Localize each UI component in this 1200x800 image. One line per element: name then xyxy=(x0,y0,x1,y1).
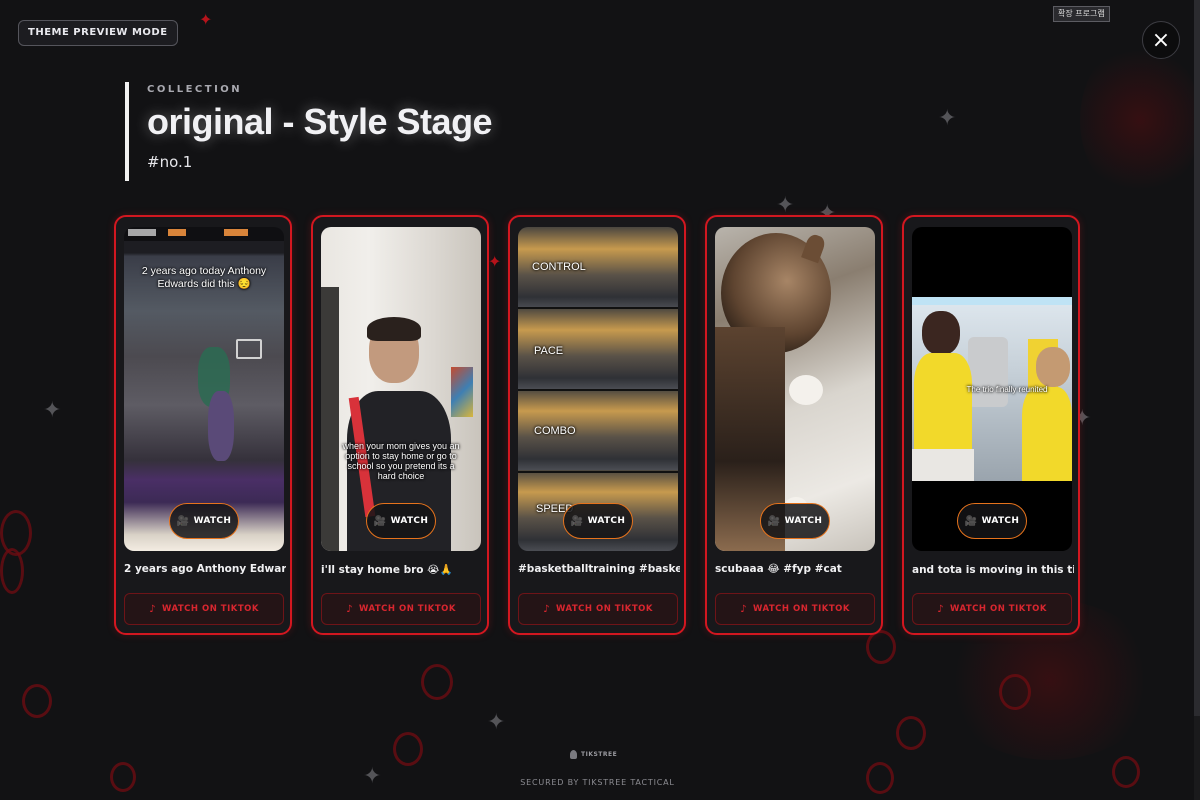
watch-on-tiktok-button[interactable]: ♪ WATCH ON TIKTOK xyxy=(715,593,875,625)
background-ring xyxy=(896,716,926,750)
collection-header: COLLECTION original - Style Stage #no.1 xyxy=(125,82,625,181)
sparkle-icon: ✦ xyxy=(199,10,213,29)
footer-text: SECURED BY TIKSTREE TACTICAL xyxy=(520,778,675,787)
tiktok-icon: ♪ xyxy=(149,603,156,615)
page-title: original - Style Stage xyxy=(147,101,493,142)
video-overlay-text: The trio finally reunited xyxy=(966,385,1048,394)
background-ring xyxy=(0,548,24,594)
drill-label: COMBO xyxy=(534,425,576,437)
background-ring xyxy=(22,684,52,718)
video-caption: #basketballtraining #basketball... xyxy=(518,563,680,575)
watch-on-tiktok-button[interactable]: ♪ WATCH ON TIKTOK xyxy=(321,593,481,625)
background-glow xyxy=(1080,40,1200,200)
watch-button[interactable]: 🎥 WATCH xyxy=(169,503,239,539)
video-caption: 2 years ago Anthony Edwards du... xyxy=(124,563,286,575)
tiktok-icon: ♪ xyxy=(543,603,550,615)
scrollbar-thumb[interactable] xyxy=(1194,0,1200,716)
video-card: CONTROL PACE COMBO SPEED 🎥 WATCH #basket… xyxy=(508,215,686,635)
close-icon: × xyxy=(1151,27,1171,53)
video-card: when your mom gives you an option to sta… xyxy=(311,215,489,635)
tiktok-icon: ♪ xyxy=(937,603,944,615)
sparkle-icon: ✦ xyxy=(488,252,502,271)
video-card: 🎥 WATCH scubaaa 😂 #fyp #cat ♪ WATCH ON T… xyxy=(705,215,883,635)
video-camera-icon: 🎥 xyxy=(767,515,781,527)
video-camera-icon: 🎥 xyxy=(570,515,584,527)
video-card: 2 years ago today Anthony Edwards did th… xyxy=(114,215,292,635)
watch-on-tiktok-button[interactable]: ♪ WATCH ON TIKTOK xyxy=(518,593,678,625)
extension-label: 확장 프로그램 xyxy=(1053,6,1110,22)
sparkle-icon: ✦ xyxy=(938,106,957,131)
watch-on-tiktok-button[interactable]: ♪ WATCH ON TIKTOK xyxy=(912,593,1072,625)
sparkle-icon: ✦ xyxy=(43,398,62,423)
video-card: The trio finally reunited 🎥 WATCH and to… xyxy=(902,215,1080,635)
background-ring xyxy=(421,664,453,700)
video-caption: and tota is moving in this time🥳... xyxy=(912,564,1074,576)
video-thumbnail[interactable]: The trio finally reunited 🎥 WATCH xyxy=(912,227,1072,551)
video-camera-icon: 🎥 xyxy=(176,515,190,527)
video-thumbnail[interactable]: 🎥 WATCH xyxy=(715,227,875,551)
collection-eyebrow: COLLECTION xyxy=(147,84,243,95)
video-caption: i'll stay home bro 😭🙏 xyxy=(321,564,453,576)
theme-preview-badge: THEME PREVIEW MODE xyxy=(18,20,178,46)
watch-on-tiktok-button[interactable]: ♪ WATCH ON TIKTOK xyxy=(124,593,284,625)
watch-button[interactable]: 🎥 WATCH xyxy=(563,503,633,539)
watch-button[interactable]: 🎥 WATCH xyxy=(760,503,830,539)
video-thumbnail[interactable]: when your mom gives you an option to sta… xyxy=(321,227,481,551)
video-overlay-text: 2 years ago today Anthony Edwards did th… xyxy=(141,265,267,290)
video-camera-icon: 🎥 xyxy=(373,515,387,527)
video-overlay-text: when your mom gives you an option to sta… xyxy=(342,441,460,481)
video-thumbnail[interactable]: 2 years ago today Anthony Edwards did th… xyxy=(124,227,284,551)
tiktok-icon: ♪ xyxy=(346,603,353,615)
tree-pin-icon xyxy=(570,750,577,759)
background-ring xyxy=(999,674,1031,710)
background-ring xyxy=(866,630,896,664)
sparkle-icon: ✦ xyxy=(487,710,506,735)
watch-button[interactable]: 🎥 WATCH xyxy=(366,503,436,539)
footer-logo: TIKSTREE xyxy=(570,750,617,759)
background-ring xyxy=(393,732,423,766)
tiktok-icon: ♪ xyxy=(740,603,747,615)
close-button[interactable]: × xyxy=(1142,21,1180,59)
background-ring xyxy=(110,762,136,792)
drill-label: CONTROL xyxy=(532,261,586,273)
background-ring xyxy=(0,510,32,556)
drill-label: PACE xyxy=(534,345,564,357)
video-camera-icon: 🎥 xyxy=(964,515,978,527)
video-thumbnail[interactable]: CONTROL PACE COMBO SPEED 🎥 WATCH xyxy=(518,227,678,551)
sparkle-icon: ✦ xyxy=(776,193,795,218)
watch-button[interactable]: 🎥 WATCH xyxy=(957,503,1027,539)
video-caption: scubaaa 😂 #fyp #cat xyxy=(715,563,842,575)
page-subtitle: #no.1 xyxy=(147,153,193,171)
